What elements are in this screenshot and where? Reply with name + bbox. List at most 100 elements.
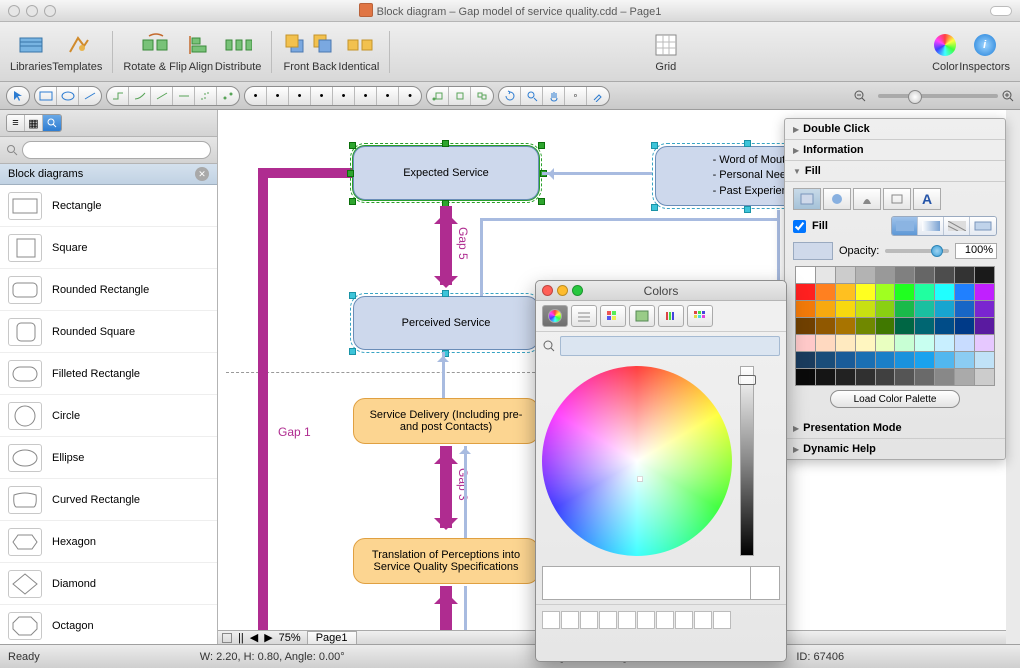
zoom-level[interactable]: 75% (279, 632, 301, 644)
zoom-tool[interactable] (521, 87, 543, 105)
page-tab[interactable]: Page1 (307, 631, 357, 645)
view-search[interactable] (43, 115, 61, 131)
color-swatch[interactable] (836, 369, 855, 385)
shape-item[interactable]: Rounded Rectangle (0, 269, 217, 311)
view-list[interactable]: ≡ (7, 115, 25, 131)
color-swatch[interactable] (915, 284, 934, 300)
color-swatch[interactable] (955, 369, 974, 385)
color-swatch[interactable] (876, 369, 895, 385)
path-5[interactable]: • (333, 87, 355, 105)
colors-tab-sliders[interactable] (571, 305, 597, 327)
color-swatch[interactable] (935, 301, 954, 317)
inspector-double-click[interactable]: ▶Double Click (785, 119, 1005, 140)
colors-tab-palette[interactable] (600, 305, 626, 327)
pattern-hatch[interactable] (944, 217, 970, 235)
selection-tools[interactable] (6, 86, 30, 106)
path-2[interactable]: • (267, 87, 289, 105)
color-swatch[interactable] (955, 284, 974, 300)
color-button[interactable]: Color (931, 31, 959, 73)
color-swatch[interactable] (935, 335, 954, 351)
color-swatch[interactable] (895, 335, 914, 351)
color-swatch[interactable] (876, 352, 895, 368)
color-swatch[interactable] (856, 318, 875, 334)
color-swatch[interactable] (955, 267, 974, 283)
color-swatch[interactable] (955, 301, 974, 317)
fill-tab-text[interactable]: A (913, 188, 941, 210)
color-swatch[interactable] (836, 284, 855, 300)
shape-item[interactable]: Filleted Rectangle (0, 353, 217, 395)
translation-node[interactable]: Translation of Perceptions into Service … (353, 538, 539, 584)
fill-tab-color[interactable] (793, 188, 821, 210)
colors-tab-wheel[interactable] (542, 305, 568, 327)
node-tools[interactable] (426, 86, 494, 106)
color-swatch[interactable] (915, 335, 934, 351)
color-swatch[interactable] (796, 284, 815, 300)
node-3[interactable] (471, 87, 493, 105)
shape-item[interactable]: Diamond (0, 563, 217, 605)
inspector-presentation[interactable]: ▶Presentation Mode (785, 418, 1005, 439)
color-swatch[interactable] (836, 301, 855, 317)
color-swatch[interactable] (856, 352, 875, 368)
pattern-grad[interactable] (918, 217, 944, 235)
path-1[interactable]: • (245, 87, 267, 105)
node-2[interactable] (449, 87, 471, 105)
rect-tool[interactable] (35, 87, 57, 105)
color-swatch[interactable] (955, 335, 974, 351)
pointer-tool[interactable] (7, 87, 29, 105)
brightness-slider[interactable] (740, 366, 754, 556)
ellipse-tool[interactable] (57, 87, 79, 105)
colors-tab-image[interactable] (629, 305, 655, 327)
inspector-fill-header[interactable]: ▼Fill (785, 161, 1005, 182)
color-swatch[interactable] (975, 352, 994, 368)
color-swatch[interactable] (876, 284, 895, 300)
library-header[interactable]: Block diagrams ✕ (0, 164, 217, 185)
color-swatch[interactable] (856, 284, 875, 300)
selected-color-swatch[interactable] (542, 566, 780, 600)
connector-1[interactable] (107, 87, 129, 105)
color-swatch[interactable] (935, 318, 954, 334)
color-swatch[interactable] (895, 352, 914, 368)
opacity-value[interactable]: 100% (955, 243, 997, 259)
expected-service-node[interactable]: Expected Service (353, 146, 539, 200)
color-swatch[interactable] (955, 352, 974, 368)
color-swatch[interactable] (915, 369, 934, 385)
load-palette-button[interactable]: Load Color Palette (830, 390, 960, 408)
fill-tab-pattern[interactable] (883, 188, 911, 210)
color-swatch-grid[interactable] (795, 266, 995, 386)
page-nav-first[interactable] (222, 633, 232, 643)
templates-button[interactable]: Templates (52, 31, 102, 73)
color-swatch[interactable] (836, 352, 855, 368)
current-fill-swatch[interactable] (793, 242, 833, 260)
color-swatch[interactable] (796, 369, 815, 385)
fill-enable-checkbox[interactable] (793, 220, 806, 233)
colors-tab-crayons[interactable] (658, 305, 684, 327)
color-swatch[interactable] (836, 267, 855, 283)
path-6[interactable]: • (355, 87, 377, 105)
path-3[interactable]: • (289, 87, 311, 105)
library-search-input[interactable] (22, 141, 211, 159)
color-swatch[interactable] (935, 369, 954, 385)
color-swatch[interactable] (796, 318, 815, 334)
shape-item[interactable]: Curved Rectangle (0, 479, 217, 521)
color-swatch[interactable] (876, 301, 895, 317)
zoom-out-icon[interactable] (854, 90, 866, 102)
connector-2[interactable] (129, 87, 151, 105)
pattern-image[interactable] (970, 217, 996, 235)
connector-tools[interactable] (106, 86, 240, 106)
shape-item[interactable]: Octagon (0, 605, 217, 644)
color-swatch[interactable] (816, 267, 835, 283)
color-swatch[interactable] (836, 335, 855, 351)
color-swatch[interactable] (935, 267, 954, 283)
path-tools[interactable]: • • • • • • • • (244, 86, 422, 106)
color-swatch[interactable] (915, 267, 934, 283)
connector-3[interactable] (151, 87, 173, 105)
color-swatch[interactable] (975, 318, 994, 334)
fill-pattern-buttons[interactable] (891, 216, 997, 236)
rotate-tool[interactable] (499, 87, 521, 105)
inspector-dynamic-help[interactable]: ▶Dynamic Help (785, 439, 1005, 459)
path-4[interactable]: • (311, 87, 333, 105)
color-swatch[interactable] (816, 284, 835, 300)
picker-tool[interactable] (587, 87, 609, 105)
color-swatch[interactable] (796, 352, 815, 368)
zoom-in-icon[interactable] (1002, 90, 1014, 102)
